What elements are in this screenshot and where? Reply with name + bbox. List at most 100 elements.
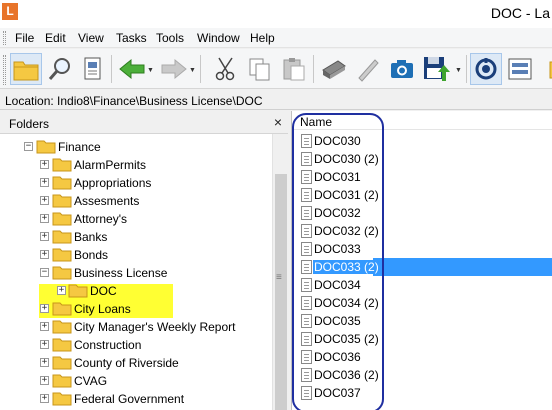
expand-icon[interactable]: + [40, 160, 49, 169]
window-title: DOC - La [490, 5, 550, 21]
search-button[interactable] [44, 53, 76, 85]
folder-icon [52, 302, 72, 316]
sync-button[interactable] [504, 53, 536, 85]
app-icon[interactable]: L [2, 3, 18, 20]
menu-bar: File Edit View Tasks Tools Window Help [0, 28, 552, 48]
refresh-button[interactable] [470, 53, 502, 85]
scan-button[interactable] [318, 53, 350, 85]
menu-view[interactable]: View [78, 31, 104, 45]
folder-tree: − Finance + AlarmPermits + Appropriation… [0, 134, 272, 410]
folder-icon [52, 320, 72, 334]
collapse-icon[interactable]: − [24, 142, 33, 151]
back-dropdown-icon[interactable]: ▼ [147, 67, 154, 74]
expand-icon[interactable]: + [40, 232, 49, 241]
expand-icon[interactable]: + [40, 358, 49, 367]
open-folder-button[interactable] [10, 53, 42, 85]
folders-title: Folders [9, 117, 50, 131]
expand-icon[interactable]: + [40, 214, 49, 223]
title-bar: L DOC - La [0, 0, 552, 28]
expand-icon[interactable]: + [57, 286, 66, 295]
scanner-icon [322, 60, 346, 79]
expand-icon[interactable]: + [40, 394, 49, 403]
folders-header: Folders × [0, 111, 288, 134]
back-button[interactable] [116, 53, 148, 85]
folder-icon [52, 338, 72, 352]
paste-button[interactable] [278, 53, 310, 85]
forward-dropdown-icon[interactable]: ▼ [189, 67, 196, 74]
tree-item-banks[interactable]: + Banks [0, 228, 272, 246]
menu-edit[interactable]: Edit [45, 31, 66, 45]
back-arrow-icon [119, 58, 145, 80]
tree-item-label: Finance [58, 140, 101, 154]
tree-item-construction[interactable]: + Construction [0, 336, 272, 354]
folder-icon [52, 194, 72, 208]
import-button[interactable] [420, 53, 452, 85]
menu-tasks[interactable]: Tasks [116, 31, 147, 45]
annotation-outline [292, 113, 384, 410]
close-icon[interactable]: × [274, 114, 282, 130]
list-panel-icon [508, 58, 532, 80]
expand-icon[interactable]: + [40, 376, 49, 385]
expand-icon[interactable]: + [40, 304, 49, 313]
folders-scrollbar[interactable]: ≡ [272, 134, 288, 410]
expand-icon[interactable]: + [40, 178, 49, 187]
selection-highlight [373, 258, 552, 276]
scissors-icon [215, 57, 235, 81]
tree-item-label: Construction [74, 338, 142, 352]
tree-item-federal-government[interactable]: + Federal Government [0, 390, 272, 408]
tree-item-alarmpermits[interactable]: + AlarmPermits [0, 156, 272, 174]
folder-icon [52, 230, 72, 244]
tree-item-bonds[interactable]: + Bonds [0, 246, 272, 264]
expand-icon[interactable]: + [40, 250, 49, 259]
expand-icon[interactable]: + [40, 196, 49, 205]
tree-item-finance[interactable]: − Finance [0, 138, 272, 156]
toolbar-grip[interactable] [3, 55, 6, 85]
folder-icon [52, 266, 72, 280]
folder-icon [52, 392, 72, 406]
tree-item-attorneys[interactable]: + Attorney's [0, 210, 272, 228]
tree-item-appropriations[interactable]: + Appropriations [0, 174, 272, 192]
tree-item-label: DOC [90, 284, 117, 298]
search-icon [48, 58, 70, 80]
tree-item-assesments[interactable]: + Assesments [0, 192, 272, 210]
folders-pane: Folders × − Finance + AlarmPermits + App… [0, 111, 288, 410]
location-path: Location: Indio8\Finance\Business Licens… [5, 94, 263, 108]
copy-icon [249, 58, 270, 81]
menu-file[interactable]: File [15, 31, 34, 45]
expand-icon[interactable]: + [40, 322, 49, 331]
refresh-icon [475, 58, 497, 80]
forward-arrow-icon [161, 58, 187, 80]
copy-button[interactable] [244, 53, 276, 85]
import-dropdown-icon[interactable]: ▼ [455, 67, 462, 74]
properties-button[interactable] [76, 53, 108, 85]
forward-button[interactable] [158, 53, 190, 85]
tree-item-cvag[interactable]: + CVAG [0, 372, 272, 390]
annotate-button[interactable] [352, 53, 384, 85]
cut-button[interactable] [210, 53, 242, 85]
paste-icon [283, 58, 305, 81]
files-pane: Name DOC030 DOC030 (2) DOC031 DOC031 (2)… [291, 111, 552, 410]
tree-item-label: City Loans [74, 302, 131, 316]
folder-icon [68, 284, 88, 298]
camera-button[interactable] [386, 53, 418, 85]
tree-item-city-managers-weekly-report[interactable]: + City Manager's Weekly Report [0, 318, 272, 336]
tree-item-county-of-riverside[interactable]: + County of Riverside [0, 354, 272, 372]
toolbar-separator [466, 55, 467, 83]
folder-icon [52, 212, 72, 226]
toolbar-separator [111, 55, 112, 83]
menu-tools[interactable]: Tools [156, 31, 184, 45]
scrollbar-thumb[interactable] [275, 174, 287, 410]
tree-item-label: City Manager's Weekly Report [74, 320, 236, 334]
tree-item-business-license[interactable]: − Business License [0, 264, 272, 282]
camera-icon [391, 60, 413, 78]
menu-window[interactable]: Window [197, 31, 240, 45]
toolbar-separator [200, 55, 201, 83]
more-button[interactable] [540, 53, 552, 85]
menubar-grip[interactable] [3, 31, 6, 45]
menu-help[interactable]: Help [250, 31, 275, 45]
folder-icon [52, 374, 72, 388]
tree-item-city-loans[interactable]: + City Loans [0, 300, 272, 318]
expand-icon[interactable]: + [40, 340, 49, 349]
collapse-icon[interactable]: − [40, 268, 49, 277]
tree-item-doc[interactable]: + DOC [0, 282, 272, 300]
